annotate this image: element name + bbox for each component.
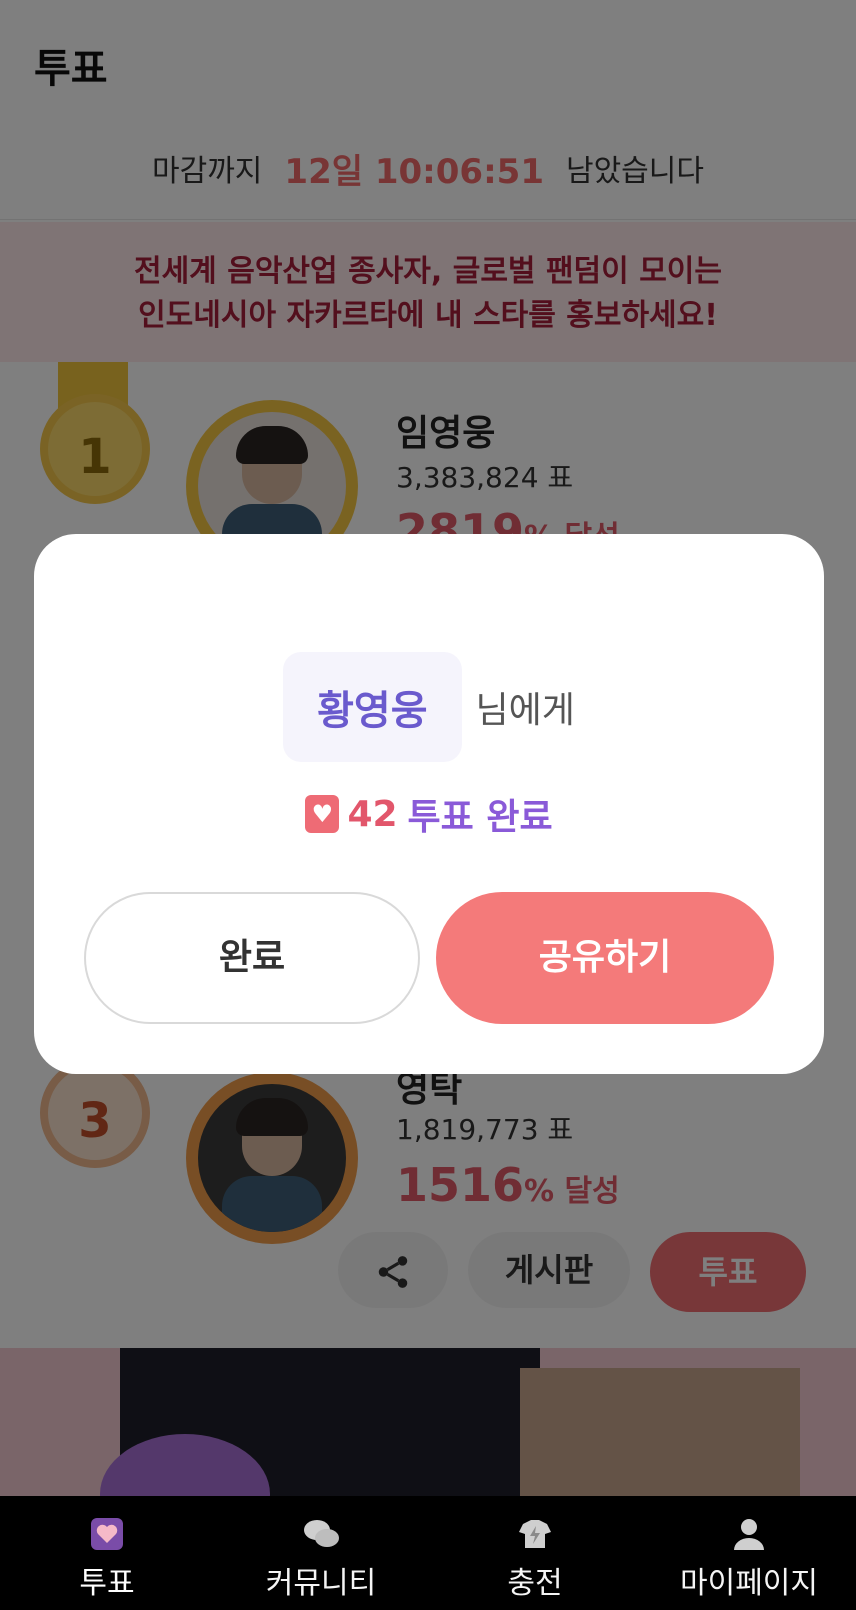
vote-done-text: 투표 완료 bbox=[407, 797, 553, 838]
tab-mypage[interactable]: 마이페이지 bbox=[642, 1496, 856, 1610]
share-vote-button[interactable]: 공유하기 bbox=[436, 892, 774, 1024]
vote-done-count: 42 bbox=[347, 793, 398, 835]
heart-icon: ♥ bbox=[305, 795, 340, 833]
shirt-charge-icon bbox=[519, 1520, 551, 1548]
tab-label: 충전 bbox=[507, 1566, 563, 1601]
tab-community[interactable]: 커뮤니티 bbox=[214, 1496, 428, 1610]
vote-done-line: ♥ 42 투표 완료 bbox=[34, 788, 824, 840]
tab-label: 마이페이지 bbox=[680, 1566, 818, 1601]
recipient-name: 황영웅 bbox=[283, 652, 462, 762]
tab-label: 커뮤니티 bbox=[265, 1566, 377, 1601]
bottom-tab-bar: 투표 커뮤니티 충전 마이페이지 bbox=[0, 1496, 856, 1610]
person-icon bbox=[734, 1519, 764, 1550]
chat-bubbles-icon bbox=[304, 1520, 339, 1547]
done-button[interactable]: 완료 bbox=[84, 892, 420, 1024]
tab-label: 투표 bbox=[79, 1566, 135, 1601]
vote-complete-dialog: 황영웅 님에게 ♥ 42 투표 완료 완료 공유하기 bbox=[34, 534, 824, 1074]
tab-vote[interactable]: 투표 bbox=[0, 1496, 214, 1610]
recipient-line: 황영웅 님에게 bbox=[34, 652, 824, 762]
recipient-suffix: 님에게 bbox=[475, 690, 575, 731]
tab-charge[interactable]: 충전 bbox=[428, 1496, 642, 1610]
heart-icon bbox=[91, 1518, 123, 1550]
